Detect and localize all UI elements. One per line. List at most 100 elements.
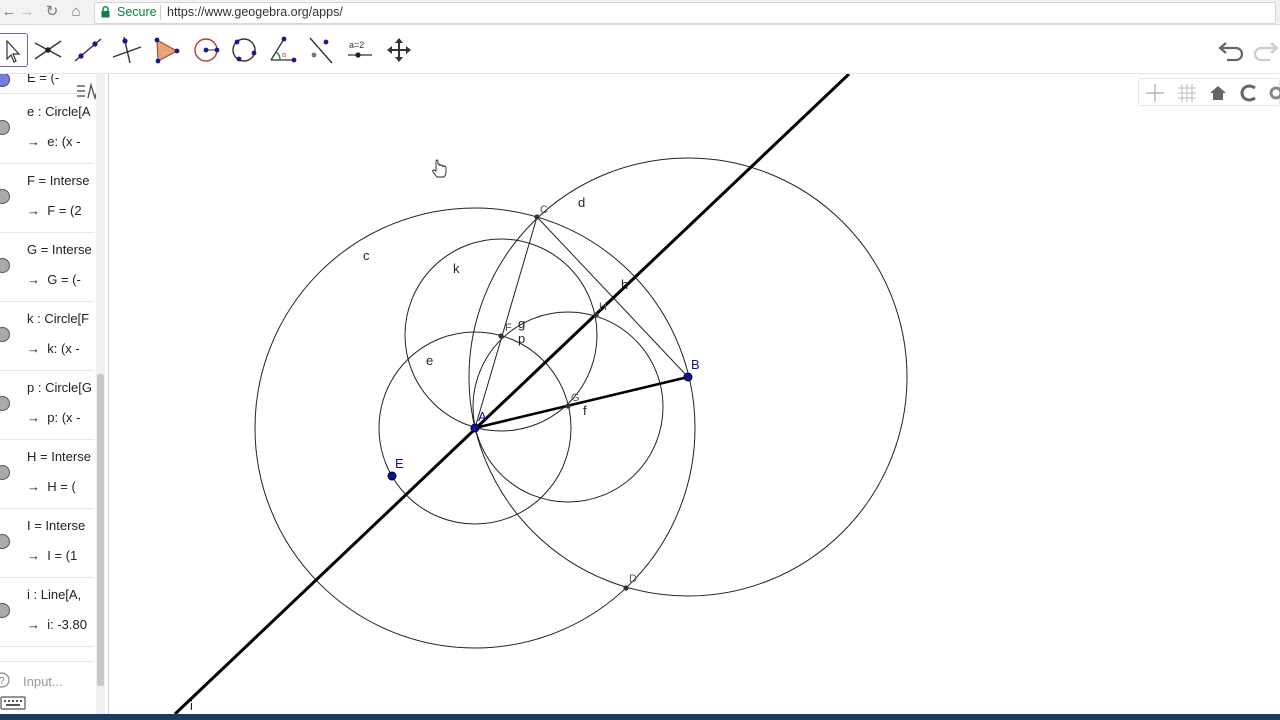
algebra-row[interactable]: H = Interse → H = ( (0, 439, 94, 509)
algebra-value: F = (2 (47, 203, 82, 218)
visibility-toggle[interactable] (0, 327, 10, 342)
move-graphics-tool-button[interactable] (382, 33, 416, 67)
label-point-f: F (505, 322, 512, 334)
angle-icon: α (270, 36, 297, 63)
algebra-view: E = (- e : Circle[A → e: (x - F = Inters… (0, 74, 109, 716)
label-k: k (453, 261, 460, 276)
visibility-toggle[interactable] (0, 603, 10, 618)
hand-cursor-icon (432, 159, 447, 178)
label-point-a: A (478, 409, 487, 424)
label-point-d: D (629, 573, 637, 585)
algebra-row[interactable]: k : Circle[F → k: (x - (0, 301, 94, 371)
line-tool-button[interactable] (71, 33, 105, 67)
intersect-point-icon (34, 40, 62, 60)
algebra-row[interactable]: p : Circle[G → p: (x - (0, 370, 94, 440)
algebra-row[interactable]: I = Interse → I = (1 (0, 508, 94, 578)
svg-text:α: α (282, 52, 286, 59)
algebra-value: i: -3.80 (47, 617, 87, 632)
algebra-definition: I = Interse (27, 518, 86, 533)
point-capturing-icon[interactable] (1238, 82, 1260, 104)
help-icon[interactable]: ? (0, 672, 10, 688)
arrow-icon: → (27, 410, 40, 425)
algebra-row[interactable]: i : Line[A, → i: -3.80 (0, 577, 94, 647)
slider-tool-button[interactable]: a=2 (343, 33, 377, 67)
point-h[interactable] (593, 312, 599, 318)
line-icon (74, 38, 102, 62)
algebra-definition: H = Interse (27, 449, 91, 464)
point-tool-button[interactable] (31, 33, 65, 67)
arrow-icon: → (27, 617, 40, 632)
home-icon[interactable]: ⌂ (67, 3, 85, 21)
back-icon[interactable]: ← (0, 3, 18, 21)
axes-icon[interactable] (1144, 82, 1166, 104)
graphics-canvas[interactable]: c d k e g p f h i C D F G H A B E (109, 74, 1280, 716)
algebra-row[interactable]: G = Interse → G = (- (0, 232, 94, 302)
circle-center-icon (194, 38, 220, 62)
algebra-row[interactable]: e : Circle[A → e: (x - (0, 94, 94, 164)
graphics-view[interactable]: c d k e g p f h i C D F G H A B E (109, 74, 1280, 716)
label-point-b: B (691, 357, 700, 372)
perpendicular-tool-button[interactable] (110, 33, 144, 67)
visibility-toggle[interactable] (0, 189, 10, 204)
label-point-h: H (599, 301, 607, 313)
algebra-definition: i : Line[A, (27, 587, 82, 602)
visibility-toggle[interactable] (0, 74, 10, 87)
svg-text:?: ? (0, 676, 5, 687)
label-c: c (363, 248, 370, 263)
slider-label: a=2 (349, 40, 364, 50)
polygon-icon (154, 37, 180, 64)
reflect-tool-button[interactable] (304, 33, 338, 67)
point-c[interactable] (534, 214, 540, 220)
algebra-scroll-thumb[interactable] (97, 374, 104, 686)
visibility-toggle[interactable] (0, 120, 10, 135)
label-i: i (190, 698, 193, 713)
visibility-toggle[interactable] (0, 396, 10, 411)
label-point-c: C (540, 204, 548, 216)
label-g: g (518, 316, 525, 331)
point-f[interactable] (498, 333, 504, 339)
reload-icon[interactable]: ↻ (43, 3, 61, 21)
move-arrows-icon (387, 38, 411, 62)
segment-f[interactable] (474, 375, 689, 430)
label-f: f (583, 403, 587, 418)
keyboard-icon[interactable] (0, 693, 26, 711)
tool-bar: α a=2 (0, 25, 1280, 74)
grid-icon[interactable] (1176, 82, 1198, 104)
circle-three-points-tool-button[interactable] (227, 33, 261, 67)
arrow-icon: → (27, 341, 40, 356)
forward-icon[interactable]: → (18, 3, 36, 21)
point-a[interactable] (470, 423, 480, 433)
point-g[interactable] (565, 403, 571, 409)
visibility-toggle[interactable] (0, 258, 10, 273)
point-d[interactable] (623, 585, 629, 591)
circle-three-points-icon (232, 38, 257, 62)
slider-icon: a=2 (348, 40, 372, 58)
move-tool-button[interactable] (0, 33, 28, 67)
algebra-value: p: (x - (47, 410, 81, 425)
redo-icon[interactable] (1250, 37, 1280, 63)
algebra-row[interactable]: F = Interse → F = (2 (0, 163, 94, 233)
algebra-definition: E = (- (27, 74, 60, 85)
algebra-definition: p : Circle[G (27, 380, 93, 395)
label-h: h (621, 277, 628, 292)
visibility-toggle[interactable] (0, 465, 10, 480)
url-field[interactable]: Secure https://www.geogebra.org/apps/ (94, 2, 1276, 24)
cursor-arrow-icon (6, 39, 21, 63)
url-text[interactable]: https://www.geogebra.org/apps/ (167, 5, 343, 19)
algebra-value: I = (1 (47, 548, 78, 563)
graphics-style-bar (1138, 78, 1280, 106)
home-view-icon[interactable] (1207, 82, 1229, 104)
label-e: e (426, 353, 433, 368)
arrow-icon: → (27, 479, 40, 494)
undo-icon[interactable] (1217, 37, 1247, 63)
algebra-value: e: (x - (47, 134, 81, 149)
line-i[interactable] (173, 74, 851, 716)
angle-tool-button[interactable]: α (265, 33, 299, 67)
point-b[interactable] (683, 372, 693, 382)
browser-address-bar: ← → ↻ ⌂ Secure https://www.geogebra.org/… (0, 0, 1280, 25)
gear-icon[interactable] (1265, 82, 1280, 104)
circle-center-point-tool-button[interactable] (189, 33, 223, 67)
point-e[interactable] (387, 471, 397, 481)
visibility-toggle[interactable] (0, 534, 10, 549)
polygon-tool-button[interactable] (149, 33, 183, 67)
